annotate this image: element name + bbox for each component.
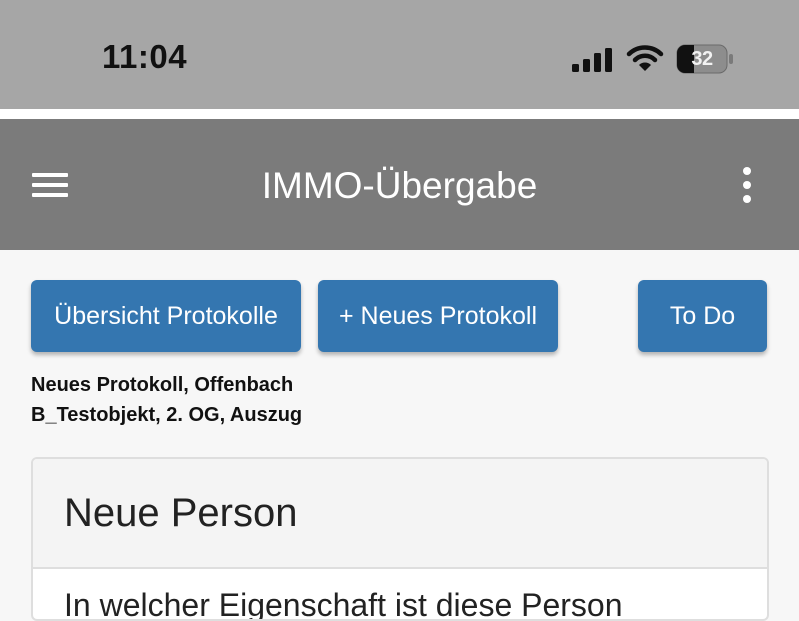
status-bar: 11:04 32 (0, 0, 799, 109)
new-person-card: Neue Person In welcher Eigenschaft ist d… (31, 457, 769, 621)
todo-button[interactable]: To Do (638, 280, 767, 352)
card-question-text: In welcher Eigenschaft ist diese Person (64, 587, 623, 621)
app-title: IMMO-Übergabe (261, 165, 538, 206)
app-bar: IMMO-Übergabe (0, 119, 799, 250)
overview-protocols-button[interactable]: Übersicht Protokolle (31, 280, 301, 352)
card-header: Neue Person (33, 459, 767, 569)
wifi-icon (626, 45, 664, 71)
protocol-context-title: Neues Protokoll, Offenbach (31, 374, 294, 396)
new-protocol-button[interactable]: + Neues Protokoll (318, 280, 558, 352)
card-title: Neue Person (64, 491, 298, 535)
status-divider (0, 109, 799, 119)
battery-level: 32 (691, 48, 713, 70)
signal-icon (572, 48, 612, 72)
status-time: 11:04 (102, 38, 188, 75)
more-vertical-icon[interactable] (732, 165, 762, 205)
protocol-context-subtitle: B_Testobjekt, 2. OG, Auszug (31, 404, 303, 426)
